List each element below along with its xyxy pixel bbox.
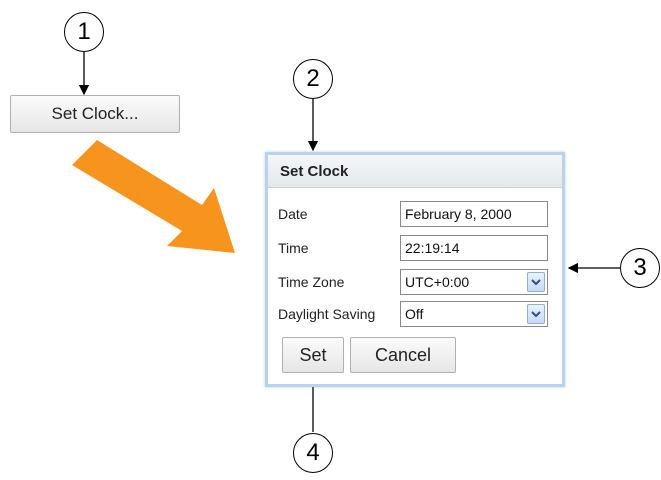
time-row: Time 22:19:14 [278, 234, 554, 262]
callout-1: 1 [64, 12, 104, 52]
date-label: Date [278, 206, 308, 222]
time-zone-value: UTC+0:00 [405, 274, 470, 290]
time-zone-row: Time Zone UTC+0:00 [278, 268, 554, 296]
time-input[interactable]: 22:19:14 [400, 235, 548, 261]
set-button[interactable]: Set [282, 337, 344, 373]
date-row: Date February 8, 2000 [278, 200, 554, 228]
date-input[interactable]: February 8, 2000 [400, 201, 548, 227]
chevron-down-icon[interactable] [527, 272, 545, 292]
callout-4: 4 [293, 433, 333, 473]
orange-arrow-icon [72, 140, 235, 253]
callout-2: 2 [293, 59, 333, 99]
dialog-title: Set Clock [268, 155, 562, 188]
daylight-saving-label: Daylight Saving [278, 306, 376, 322]
time-zone-label: Time Zone [278, 274, 345, 290]
daylight-saving-select[interactable]: Off [400, 301, 548, 327]
daylight-saving-value: Off [405, 306, 424, 322]
time-label: Time [278, 240, 309, 256]
time-zone-select[interactable]: UTC+0:00 [400, 269, 548, 295]
chevron-down-icon[interactable] [527, 304, 545, 324]
set-clock-launch-button[interactable]: Set Clock... [10, 95, 180, 133]
cancel-button[interactable]: Cancel [350, 337, 456, 373]
daylight-saving-row: Daylight Saving Off [278, 300, 554, 328]
callout-3: 3 [620, 248, 660, 288]
set-clock-dialog: Set Clock Date February 8, 2000 Time 22:… [265, 152, 565, 387]
